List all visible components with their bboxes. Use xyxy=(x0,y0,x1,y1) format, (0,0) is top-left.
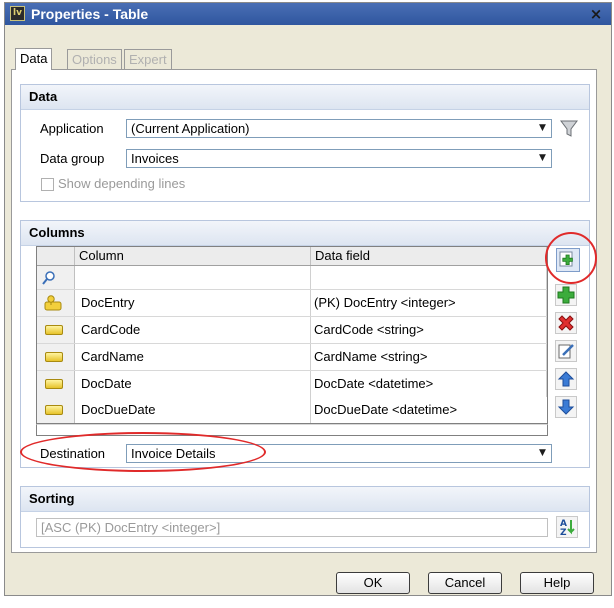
grid-footer xyxy=(36,424,548,436)
add-all-icon xyxy=(559,251,573,267)
add-column-all-button[interactable] xyxy=(556,248,580,272)
move-up-button[interactable] xyxy=(555,368,577,390)
row-selector xyxy=(37,290,75,316)
data-field-value: DocDueDate <datetime> xyxy=(314,402,458,417)
data-field-value: CardCode <string> xyxy=(311,317,547,343)
sorting-field[interactable]: [ASC (PK) DocEntry <integer>] xyxy=(36,518,548,537)
data-group-select[interactable]: Invoices ▼ xyxy=(126,149,552,168)
data-field-value: (PK) DocEntry <integer> xyxy=(311,290,547,316)
chevron-down-icon: ▼ xyxy=(539,153,546,163)
table-row[interactable]: DocEntry (PK) DocEntry <integer> xyxy=(37,290,547,317)
cancel-button[interactable]: Cancel xyxy=(428,572,502,594)
data-group-label: Data group xyxy=(40,151,105,166)
title-bar[interactable]: lv Properties - Table × xyxy=(5,3,611,25)
tab-data[interactable]: Data xyxy=(15,48,53,70)
application-select[interactable]: (Current Application) ▼ xyxy=(126,119,552,138)
table-row[interactable]: CardName CardName <string> xyxy=(37,344,547,371)
sort-button[interactable]: A Z xyxy=(556,516,578,538)
close-icon[interactable]: × xyxy=(587,5,605,23)
sorting-section: Sorting xyxy=(20,486,590,548)
sort-az-icon: A Z xyxy=(560,519,575,538)
application-value: (Current Application) xyxy=(131,121,250,136)
arrow-up-icon xyxy=(557,371,575,387)
field-icon xyxy=(45,405,63,415)
grid-header-selector xyxy=(37,247,75,265)
table-row[interactable]: DocDueDate DocDueDate <datetime> xyxy=(36,397,548,424)
row-selector xyxy=(37,317,75,343)
ok-button[interactable]: OK xyxy=(336,572,410,594)
destination-label: Destination xyxy=(40,446,106,461)
data-section-heading: Data xyxy=(21,85,589,110)
table-row[interactable]: DocDate DocDate <datetime> xyxy=(37,371,547,397)
row-selector xyxy=(37,371,75,397)
column-name: CardCode xyxy=(75,317,311,343)
chevron-down-icon: ▼ xyxy=(539,123,546,133)
data-field-value: CardName <string> xyxy=(311,344,547,370)
filter-row xyxy=(37,266,547,290)
sorting-value: [ASC (PK) DocEntry <integer>] xyxy=(41,520,221,535)
move-down-button[interactable] xyxy=(555,396,577,418)
delete-column-button[interactable] xyxy=(555,312,577,334)
column-name: DocEntry xyxy=(75,290,311,316)
chevron-down-icon: ▼ xyxy=(539,448,546,458)
destination-select[interactable]: Invoice Details ▼ xyxy=(126,444,552,463)
add-column-button[interactable] xyxy=(555,284,577,306)
sorting-section-heading: Sorting xyxy=(21,487,589,512)
data-field-value: DocDate <datetime> xyxy=(311,371,547,397)
column-name: CardName xyxy=(75,344,311,370)
row-selector xyxy=(37,344,75,370)
tab-expert[interactable]: Expert xyxy=(124,49,172,69)
row-selector xyxy=(37,397,75,423)
data-field-header[interactable]: Data field xyxy=(311,247,547,265)
help-button[interactable]: Help xyxy=(520,572,594,594)
column-name: DocDate xyxy=(75,371,311,397)
field-icon xyxy=(45,379,63,389)
table-row[interactable]: CardCode CardCode <string> xyxy=(37,317,547,344)
window-title: Properties - Table xyxy=(31,6,149,22)
data-group-value: Invoices xyxy=(131,151,179,166)
filter-icon[interactable] xyxy=(557,116,581,140)
destination-value: Invoice Details xyxy=(131,446,216,461)
app-icon: lv xyxy=(10,6,25,21)
show-depending-checkbox[interactable] xyxy=(41,178,54,191)
svg-text:Z: Z xyxy=(560,528,567,537)
column-header[interactable]: Column xyxy=(75,247,311,265)
filter-row-selector xyxy=(37,266,75,289)
show-depending-label: Show depending lines xyxy=(58,176,186,191)
edit-icon xyxy=(558,344,574,359)
plus-icon xyxy=(557,286,575,304)
edit-column-button[interactable] xyxy=(555,340,577,362)
column-filter-input[interactable] xyxy=(75,266,311,289)
grid-header: Column Data field xyxy=(37,247,547,266)
tab-options[interactable]: Options xyxy=(67,49,122,69)
field-icon xyxy=(45,352,63,362)
data-field-filter-input[interactable] xyxy=(311,266,547,289)
columns-grid[interactable]: Column Data field DocEntry (PK) DocEntry… xyxy=(36,246,548,398)
column-name: DocDueDate xyxy=(75,397,311,423)
columns-section-heading: Columns xyxy=(21,221,589,246)
field-icon xyxy=(45,325,63,335)
search-icon[interactable] xyxy=(41,270,57,286)
arrow-down-icon xyxy=(557,399,575,415)
application-label: Application xyxy=(40,121,104,136)
key-icon xyxy=(44,295,62,311)
delete-icon xyxy=(558,315,574,331)
